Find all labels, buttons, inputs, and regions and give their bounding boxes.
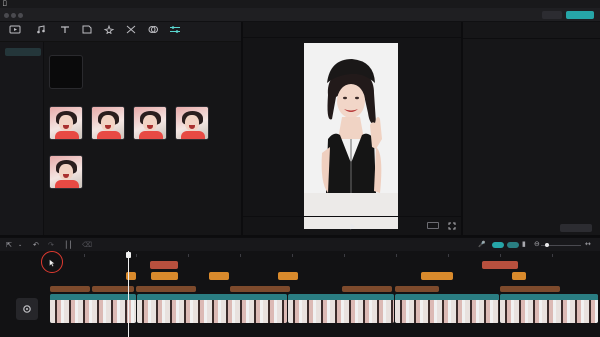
- audio-icon: [37, 25, 45, 34]
- sidenav-item-custom[interactable]: [5, 64, 41, 72]
- effect-clip[interactable]: [209, 272, 229, 280]
- preview-axis-icon[interactable]: ▮: [522, 241, 526, 248]
- tool-sticker[interactable]: [76, 24, 98, 41]
- undo-icon[interactable]: ↶: [33, 242, 39, 249]
- video-frame-image: [304, 43, 398, 229]
- fullscreen-icon[interactable]: [448, 222, 456, 230]
- timeline-toolbar: ⇱ ⌄ ↶ ↷ ││ ⌫ 🎤 ▮ ⊖ ↔: [0, 237, 600, 251]
- adjust-library-panel: [44, 42, 241, 235]
- filter-icon: [148, 26, 158, 33]
- settings-icon: [23, 305, 31, 313]
- media-thumbnail[interactable]: [49, 155, 83, 189]
- playhead-handle[interactable]: [126, 252, 131, 258]
- asset-toolbar: [0, 22, 241, 42]
- tool-text[interactable]: [54, 24, 76, 41]
- tool-audio[interactable]: [30, 24, 52, 41]
- media-icon: [9, 25, 21, 34]
- split-icon[interactable]: ││: [64, 242, 72, 249]
- text-clip[interactable]: [395, 286, 439, 292]
- magnet-toggle[interactable]: [492, 242, 504, 248]
- close-window-button[interactable]: [4, 13, 9, 18]
- edit-button[interactable]: [560, 224, 592, 232]
- playhead[interactable]: [128, 251, 129, 337]
- adjust-sidenav: [0, 42, 44, 235]
- text-clip[interactable]: [230, 286, 290, 292]
- track-cover[interactable]: [16, 298, 38, 320]
- video-clip[interactable]: [50, 294, 136, 323]
- aspect-ratio-button[interactable]: [427, 222, 439, 229]
- text-clip[interactable]: [342, 286, 392, 292]
- apple-icon[interactable]: : [3, 0, 7, 7]
- sticker-icon: [82, 25, 92, 34]
- media-thumbnail[interactable]: [49, 106, 83, 140]
- text-clip[interactable]: [50, 286, 90, 292]
- text-clip[interactable]: [500, 286, 560, 292]
- redo-icon[interactable]: ↷: [48, 242, 54, 249]
- tool-filter[interactable]: [142, 24, 164, 41]
- export-button[interactable]: [566, 11, 594, 19]
- zoom-out-icon[interactable]: ⊖: [534, 241, 540, 248]
- player-header: [243, 22, 461, 38]
- create-adjust-card[interactable]: [49, 55, 83, 89]
- effect-clip[interactable]: [512, 272, 526, 280]
- text-icon: [61, 26, 69, 33]
- prop-value: [499, 60, 597, 84]
- adjust-clip[interactable]: [482, 261, 518, 269]
- video-clip[interactable]: [395, 294, 499, 323]
- tool-adjust[interactable]: [164, 24, 186, 41]
- video-clip[interactable]: [137, 294, 287, 323]
- zoom-slider-thumb[interactable]: [545, 243, 549, 247]
- text-clip[interactable]: [136, 286, 196, 292]
- transition-icon: [126, 25, 136, 34]
- delete-icon[interactable]: ⌫: [82, 242, 92, 249]
- sidenav-item-lut[interactable]: [5, 96, 41, 104]
- effects-icon: [103, 25, 115, 34]
- sidenav-item-presets[interactable]: [5, 79, 41, 87]
- play-icon[interactable]: [350, 223, 356, 230]
- tool-transition[interactable]: [120, 24, 142, 41]
- effect-clip[interactable]: [278, 272, 298, 280]
- effect-clip[interactable]: [421, 272, 453, 280]
- properties-panel: [463, 22, 600, 235]
- link-toggle[interactable]: [507, 242, 519, 248]
- window-titlebar: [0, 8, 600, 22]
- tool-media[interactable]: [4, 24, 26, 41]
- media-thumbnail[interactable]: [133, 106, 167, 140]
- video-clip[interactable]: [288, 294, 394, 323]
- export-secondary-button[interactable]: [542, 11, 562, 19]
- microphone-icon[interactable]: 🎤: [478, 241, 485, 248]
- system-menubar: : [0, 0, 600, 8]
- media-thumbnail[interactable]: [175, 106, 209, 140]
- video-preview[interactable]: [304, 43, 398, 229]
- zoom-window-button[interactable]: [18, 13, 23, 18]
- sidenav-item-adjust[interactable]: [5, 48, 41, 56]
- mouse-cursor-icon: [49, 259, 55, 267]
- fit-timeline-icon[interactable]: ↔: [585, 241, 591, 248]
- effect-clip[interactable]: [151, 272, 178, 280]
- player-controls: [243, 216, 461, 235]
- media-thumbnail[interactable]: [91, 106, 125, 140]
- adjust-icon: [170, 26, 180, 33]
- preview-player: [243, 22, 461, 235]
- tool-effects[interactable]: [98, 24, 120, 41]
- select-pointer-icon[interactable]: ⇱: [6, 242, 12, 249]
- minimize-window-button[interactable]: [11, 13, 16, 18]
- divider: [463, 38, 600, 39]
- adjust-clip[interactable]: [150, 261, 178, 269]
- chevron-down-icon[interactable]: ⌄: [18, 242, 22, 249]
- video-clip[interactable]: [500, 294, 598, 323]
- timeline: [0, 251, 600, 337]
